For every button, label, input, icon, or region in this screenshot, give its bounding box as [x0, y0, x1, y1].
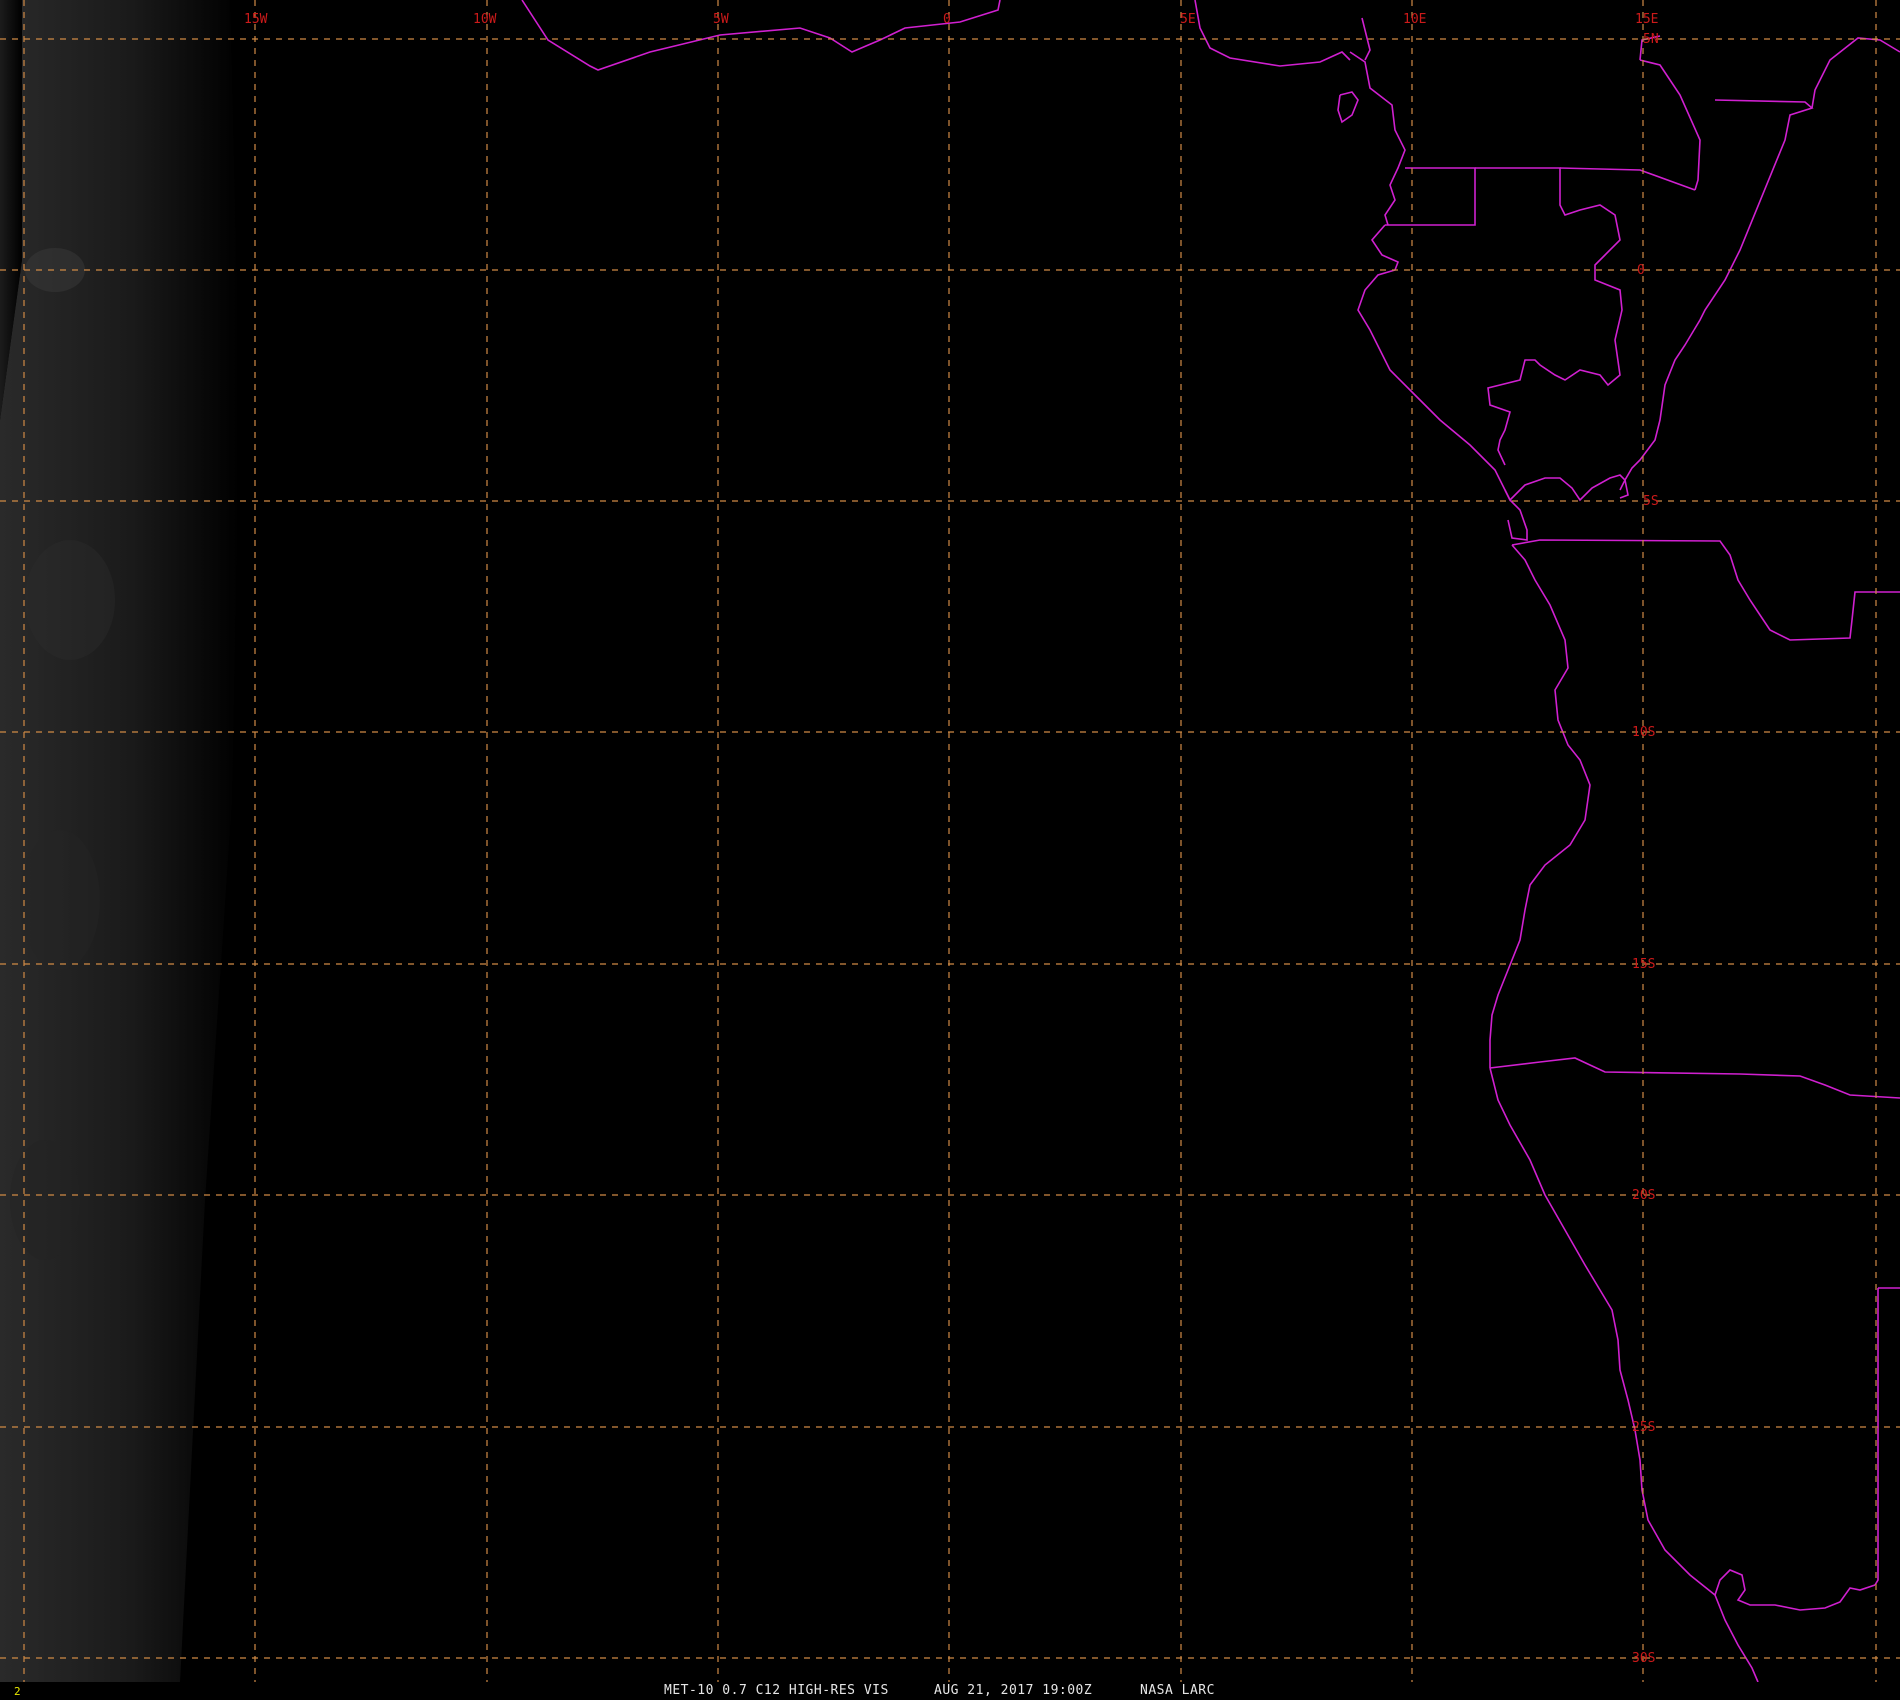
lon-label-10e: 10E	[1403, 12, 1426, 27]
frame-number: 2	[14, 1685, 21, 1698]
lon-label-0: 0	[943, 12, 951, 27]
lat-label-5n: 5N	[1643, 32, 1659, 47]
angola-namibia-border	[1489, 1057, 1900, 1099]
graticule	[0, 0, 1900, 1682]
gabon-border	[1475, 167, 1623, 466]
cabinda	[1507, 499, 1528, 541]
lat-label-0: 0	[1637, 263, 1645, 278]
car-south-border	[1811, 37, 1900, 109]
west-africa-coastline	[521, 0, 1001, 71]
coastlines-and-borders	[521, 0, 1900, 1683]
daylight-terminator-region	[0, 0, 240, 1682]
congo-car-border	[1693, 99, 1814, 331]
lat-label-15s: 15S	[1632, 957, 1655, 972]
lon-label-10w: 10W	[473, 12, 497, 27]
cameroon-north-border	[1639, 59, 1701, 191]
angola-coast	[1489, 544, 1591, 1068]
satellite-map: 15W 10W 5W 0 5E 10E 15E 5N 0 5S 10S 15S …	[0, 0, 1900, 1700]
lat-label-10s: 10S	[1632, 725, 1655, 740]
namibia-coast	[1489, 1067, 1876, 1611]
lat-label-20s: 20S	[1632, 1188, 1655, 1203]
congo-coast	[1504, 474, 1629, 502]
lon-label-15w: 15W	[244, 12, 268, 27]
gabon-coast	[1357, 224, 1511, 501]
lat-label-30s: 30S	[1632, 1651, 1655, 1666]
lat-label-5s: 5S	[1643, 494, 1659, 509]
congo-northern-border	[1559, 167, 1696, 191]
source-label: NASA LARC	[1140, 1683, 1215, 1698]
equatorial-guinea-border	[1385, 167, 1476, 226]
graticule-labels: 15W 10W 5W 0 5E 10E 15E 5N 0 5S 10S 15S …	[244, 12, 1659, 1666]
bioko-island	[1337, 91, 1359, 124]
nigeria-cameroon-coastline	[1194, 0, 1351, 67]
congo-east-border	[1619, 329, 1695, 491]
lon-label-5e: 5E	[1180, 12, 1196, 27]
datetime-label: AUG 21, 2017 19:00Z	[934, 1683, 1093, 1698]
satellite-product-label: MET-10 0.7 C12 HIGH-RES VIS	[664, 1683, 889, 1698]
lon-label-15e: 15E	[1635, 12, 1658, 27]
cameroon-coast	[1349, 51, 1406, 226]
south-africa-coast	[1714, 1594, 1759, 1683]
lon-label-5w: 5W	[713, 12, 729, 27]
drc-angola-border	[1511, 539, 1900, 641]
lat-label-25s: 25S	[1632, 1420, 1655, 1435]
